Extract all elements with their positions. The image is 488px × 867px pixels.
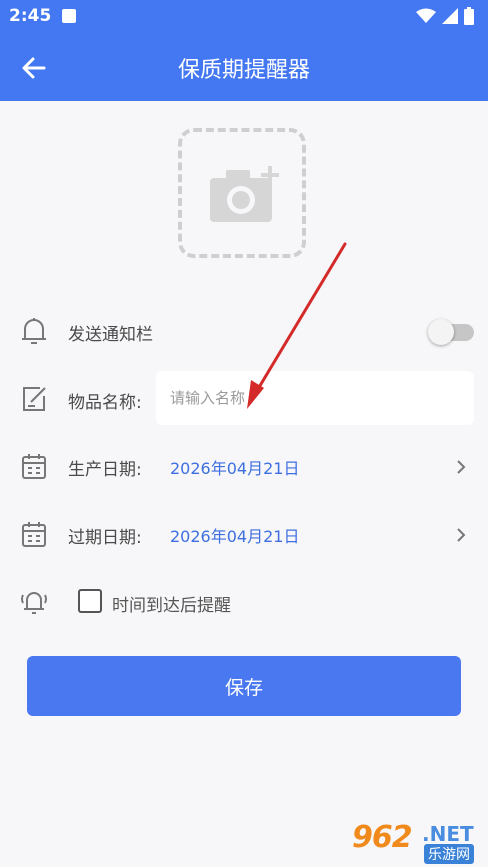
nav-bar: 保质期提醒器 bbox=[0, 34, 488, 101]
remind-checkbox[interactable] bbox=[78, 589, 102, 613]
edit-icon bbox=[23, 387, 46, 411]
app-header: 2:45 保质期提醒器 bbox=[0, 0, 488, 101]
page-title: 保质期提醒器 bbox=[177, 58, 310, 83]
save-button[interactable]: 保存 bbox=[27, 656, 461, 716]
remind-label: 时间到达后提醒 bbox=[112, 596, 231, 616]
notify-toggle[interactable] bbox=[428, 318, 474, 346]
item-name-label: 物品名称: bbox=[68, 393, 142, 413]
status-bar: 2:45 bbox=[0, 0, 488, 34]
production-date-row[interactable]: 生产日期: 2026年04月21日 bbox=[0, 437, 488, 497]
remind-row bbox=[0, 572, 488, 632]
a-notification-icon bbox=[62, 9, 76, 23]
camera-add-icon bbox=[210, 166, 279, 222]
photo-picker[interactable] bbox=[178, 128, 306, 258]
calendar-icon bbox=[22, 454, 46, 479]
watermark-logo: 962 .NET 乐游网 bbox=[346, 818, 488, 867]
item-name-input[interactable] bbox=[156, 371, 474, 425]
watermark-site: 乐游网 bbox=[424, 844, 474, 864]
calendar-icon bbox=[22, 522, 46, 547]
production-date-value: 2026年04月21日 bbox=[170, 459, 300, 478]
production-date-label: 生产日期: bbox=[68, 460, 142, 480]
expiry-date-row[interactable]: 过期日期: 2026年04月21日 bbox=[0, 505, 488, 565]
notify-row: 发送通知栏 bbox=[0, 302, 488, 362]
bell-icon bbox=[22, 318, 46, 344]
notify-label: 发送通知栏 bbox=[68, 325, 153, 345]
alarm-bell-icon bbox=[21, 592, 47, 614]
signal-icon bbox=[442, 8, 458, 24]
expiry-date-value: 2026年04月21日 bbox=[170, 527, 300, 546]
status-time: 2:45 bbox=[9, 6, 52, 26]
watermark-suffix: .NET bbox=[422, 822, 474, 846]
chevron-right-icon bbox=[457, 460, 466, 474]
battery-icon bbox=[464, 7, 474, 25]
wifi-icon bbox=[416, 8, 436, 23]
chevron-right-icon bbox=[457, 528, 466, 542]
watermark-number: 962 bbox=[352, 820, 413, 855]
expiry-date-label: 过期日期: bbox=[68, 528, 142, 548]
